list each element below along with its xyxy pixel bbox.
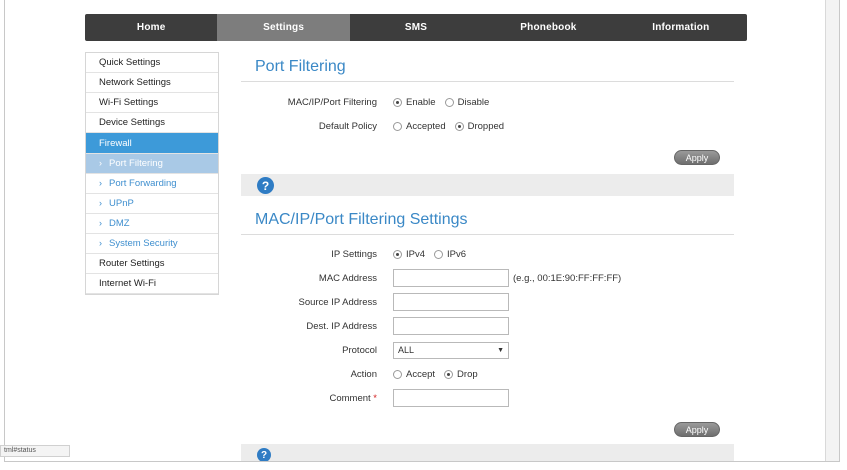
sidebar-item-firewall[interactable]: Firewall	[86, 133, 218, 154]
action-label: Action	[350, 368, 377, 380]
chevron-right-icon: ›	[99, 218, 102, 228]
drop-label: Drop	[457, 368, 478, 380]
action-accept-radio[interactable]: Accept	[393, 369, 435, 380]
port-filtering-title: Port Filtering	[241, 52, 734, 82]
chevron-right-icon: ›	[99, 158, 102, 168]
tab-sms[interactable]: SMS	[350, 14, 482, 41]
ipv6-radio[interactable]: IPv6	[434, 249, 466, 260]
mac-label: MAC Address	[318, 272, 377, 284]
help-bar-bottom: ?	[241, 444, 734, 461]
protocol-select[interactable]: ALL ▼	[393, 341, 509, 359]
action-row: Action Accept Drop	[241, 365, 734, 383]
comment-row: Comment *	[241, 389, 734, 407]
tab-settings[interactable]: Settings	[217, 14, 350, 41]
apply-button-top[interactable]: Apply	[674, 150, 720, 165]
sidebar-item-upnp[interactable]: › UPnP	[86, 194, 218, 214]
radio-unchecked-icon	[444, 97, 454, 107]
dropdown-arrow-icon: ▼	[497, 346, 504, 354]
sidebar-item-internet-wifi[interactable]: Internet Wi-Fi	[86, 274, 218, 294]
sidebar-item-port-forwarding[interactable]: › Port Forwarding	[86, 174, 218, 194]
tab-home[interactable]: Home	[85, 14, 217, 41]
mac-address-input[interactable]	[393, 269, 509, 287]
sidebar-item-dmz[interactable]: › DMZ	[86, 214, 218, 234]
radio-unchecked-icon	[434, 249, 444, 259]
enable-label: Enable	[406, 96, 436, 108]
tab-phonebook[interactable]: Phonebook	[482, 14, 614, 41]
mac-hint: (e.g., 00:1E:90:FF:FF:FF)	[513, 272, 622, 284]
protocol-value: ALL	[398, 345, 415, 355]
filtering-settings-section: MAC/IP/Port Filtering Settings	[241, 205, 734, 235]
radio-checked-icon	[454, 121, 464, 131]
help-icon[interactable]: ?	[257, 177, 274, 194]
accept-label: Accept	[406, 368, 436, 380]
mac-row: MAC Address (e.g., 00:1E:90:FF:FF:FF)	[241, 269, 734, 287]
dropped-label: Dropped	[467, 120, 505, 132]
browser-status-bar: tml#status	[0, 445, 70, 457]
ipv4-label: IPv4	[406, 248, 426, 260]
radio-checked-icon	[444, 369, 454, 379]
sidebar-item-port-filtering[interactable]: › Port Filtering	[86, 154, 218, 174]
source-ip-input[interactable]	[393, 293, 509, 311]
required-mark: *	[373, 392, 377, 404]
chevron-right-icon: ›	[99, 238, 102, 248]
sidebar-item-label: Port Filtering	[109, 158, 163, 169]
dest-ip-row: Dest. IP Address	[241, 317, 734, 335]
source-ip-label: Source IP Address	[298, 296, 377, 308]
apply-button-bottom[interactable]: Apply	[674, 422, 720, 437]
ip-settings-label: IP Settings	[331, 248, 377, 260]
help-icon-bottom[interactable]: ?	[257, 448, 271, 461]
filtering-row: MAC/IP/Port Filtering Enable Disable	[241, 93, 734, 111]
filtering-settings-title: MAC/IP/Port Filtering Settings	[241, 205, 734, 235]
radio-checked-icon	[393, 97, 402, 107]
sidebar-item-label: Port Forwarding	[109, 178, 177, 189]
vertical-scrollbar[interactable]	[825, 0, 839, 461]
dest-ip-input[interactable]	[393, 317, 509, 335]
action-drop-radio[interactable]: Drop	[444, 369, 478, 380]
dest-ip-label: Dest. IP Address	[306, 320, 377, 332]
top-navigation: Home Settings SMS Phonebook Information	[85, 14, 747, 41]
sidebar-item-label: System Security	[109, 238, 178, 249]
ipv4-radio[interactable]: IPv4	[393, 249, 425, 260]
filtering-enable-radio[interactable]: Enable	[393, 97, 436, 108]
sidebar-item-system-security[interactable]: › System Security	[86, 234, 218, 254]
sidebar-item-quick-settings[interactable]: Quick Settings	[86, 53, 218, 73]
help-bar: ?	[241, 174, 734, 196]
tab-information[interactable]: Information	[615, 14, 747, 41]
comment-input[interactable]	[393, 389, 509, 407]
sidebar-item-wifi-settings[interactable]: Wi-Fi Settings	[86, 93, 218, 113]
comment-label: Comment	[329, 392, 371, 404]
protocol-row: Protocol ALL ▼	[241, 341, 734, 359]
radio-unchecked-icon	[393, 121, 402, 131]
chevron-right-icon: ›	[99, 178, 102, 188]
source-ip-row: Source IP Address	[241, 293, 734, 311]
sidebar-item-label: DMZ	[109, 218, 130, 229]
comment-label-wrap: Comment *	[241, 393, 393, 404]
policy-dropped-radio[interactable]: Dropped	[454, 120, 505, 132]
chevron-right-icon: ›	[99, 198, 102, 208]
sidebar-item-network-settings[interactable]: Network Settings	[86, 73, 218, 93]
sidebar-item-device-settings[interactable]: Device Settings	[86, 113, 218, 133]
policy-accepted-radio[interactable]: Accepted	[393, 121, 446, 132]
filtering-label: MAC/IP/Port Filtering	[287, 96, 377, 108]
radio-unchecked-icon	[393, 369, 402, 379]
sidebar-item-label: UPnP	[109, 198, 134, 209]
accepted-label: Accepted	[406, 120, 446, 132]
port-filtering-section: Port Filtering	[241, 52, 734, 82]
ipv6-label: IPv6	[447, 248, 467, 260]
radio-checked-icon	[393, 249, 402, 259]
protocol-label: Protocol	[342, 344, 377, 356]
sidebar-menu: Quick Settings Network Settings Wi-Fi Se…	[85, 52, 219, 295]
filtering-disable-radio[interactable]: Disable	[444, 96, 490, 108]
ip-settings-row: IP Settings IPv4 IPv6	[241, 245, 734, 263]
sidebar-item-router-settings[interactable]: Router Settings	[86, 254, 218, 274]
policy-row: Default Policy Accepted Dropped	[241, 117, 734, 135]
browser-viewport: Home Settings SMS Phonebook Information …	[4, 0, 840, 462]
disable-label: Disable	[457, 96, 490, 108]
policy-label: Default Policy	[318, 120, 377, 132]
